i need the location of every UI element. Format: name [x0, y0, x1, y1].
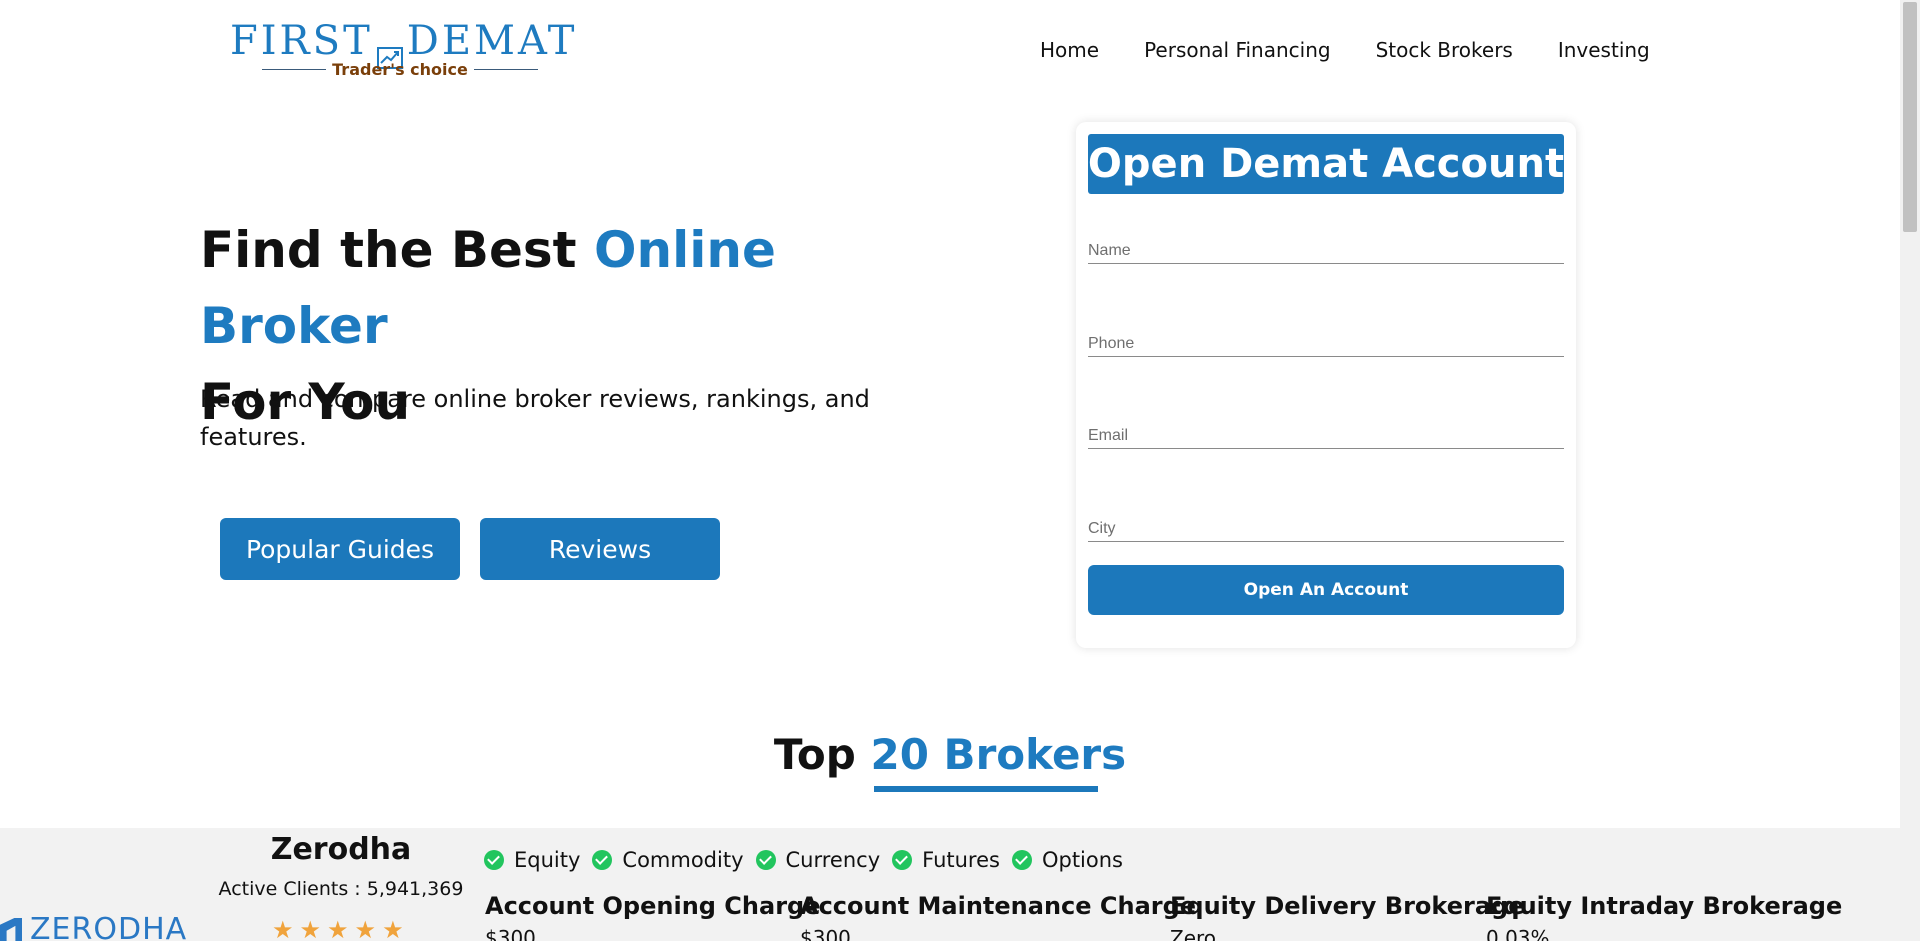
form-title: Open Demat Account: [1088, 134, 1564, 194]
reviews-button[interactable]: Reviews: [480, 518, 720, 580]
nav-personal-financing[interactable]: Personal Financing: [1144, 38, 1331, 62]
zerodha-logo-icon: [0, 917, 22, 941]
feature-currency: Currency: [755, 848, 881, 872]
feature-futures: Futures: [892, 848, 1000, 872]
open-account-button[interactable]: Open An Account: [1088, 565, 1564, 615]
logo-tagline: Trader's choice: [332, 60, 468, 79]
metric-label: Equity Delivery Brokerage: [1170, 892, 1525, 920]
feature-commodity: Commodity: [592, 848, 744, 872]
open-account-form: Open Demat Account Open An Account: [1076, 122, 1576, 648]
metric-label: Account Opening Charge: [485, 892, 821, 920]
divider: [262, 69, 327, 70]
section-title-start: Top: [773, 730, 871, 779]
section-title: Top 20 Brokers: [0, 730, 1900, 779]
broker-logo: ZERODHA: [0, 912, 187, 941]
section-title-accent: 20 Brokers: [870, 730, 1127, 779]
feature-equity: Equity: [484, 848, 580, 872]
hero-title-start: Find the Best: [200, 221, 594, 279]
feature-label: Options: [1041, 848, 1123, 872]
divider: [473, 69, 538, 70]
metric-value: Zero: [1170, 926, 1217, 941]
metric-value: $300: [485, 926, 536, 941]
check-icon: [592, 850, 613, 870]
logo-wordmark: FIRST DEMAT: [230, 18, 574, 69]
nav-stock-brokers[interactable]: Stock Brokers: [1376, 38, 1513, 62]
star-icon: ★: [327, 916, 349, 941]
feature-label: Currency: [785, 848, 881, 872]
site-logo[interactable]: FIRST DEMAT Trader's choice: [230, 18, 574, 84]
broker-name: Zerodha: [270, 832, 412, 867]
feature-label: Commodity: [622, 848, 744, 872]
email-input[interactable]: [1088, 423, 1564, 449]
check-icon: [892, 850, 913, 870]
check-icon: [755, 850, 776, 870]
metric-label: Equity Intraday Brokerage: [1486, 892, 1843, 920]
feature-label: Futures: [922, 848, 1000, 872]
star-icon: ★: [354, 916, 377, 941]
popular-guides-button[interactable]: Popular Guides: [220, 518, 460, 580]
metric-label: Account Maintenance Charge: [800, 892, 1197, 920]
logo-word-demat: DEMAT: [406, 18, 578, 64]
name-input[interactable]: [1088, 238, 1564, 264]
check-icon: [484, 850, 504, 870]
star-icon: ★: [299, 916, 322, 941]
city-input[interactable]: [1088, 516, 1564, 542]
broker-active-clients: Active Clients : 5,941,369: [218, 878, 464, 900]
feature-options: Options: [1011, 848, 1123, 872]
chart-icon: [376, 33, 403, 69]
logo-word-first: FIRST: [230, 18, 373, 64]
phone-input[interactable]: [1088, 331, 1564, 357]
section-underline: [874, 786, 1098, 792]
star-icon: ★: [382, 916, 404, 941]
check-icon: [1011, 850, 1032, 870]
feature-label: Equity: [514, 848, 581, 872]
hero-subtitle: Read and compare online broker reviews, …: [200, 385, 870, 451]
broker-features: Equity Commodity Currency Futures Option…: [484, 848, 1123, 872]
main-nav: Home Personal Financing Stock Brokers In…: [1040, 38, 1650, 62]
broker-logo-text: ZERODHA: [30, 912, 188, 941]
nav-investing[interactable]: Investing: [1558, 38, 1650, 62]
metric-value: $300: [800, 926, 851, 941]
logo-tagline-row: Trader's choice: [262, 60, 538, 79]
star-icon: ★: [272, 916, 294, 941]
rating-stars: ★ ★ ★ ★ ★: [272, 918, 404, 941]
nav-home[interactable]: Home: [1040, 38, 1099, 62]
broker-card[interactable]: ZERODHA Zerodha Active Clients : 5,941,3…: [0, 828, 1900, 941]
scrollbar-thumb[interactable]: [1903, 2, 1917, 232]
page-scrollbar[interactable]: [1900, 0, 1920, 941]
metric-value: 0.03%: [1486, 926, 1550, 941]
